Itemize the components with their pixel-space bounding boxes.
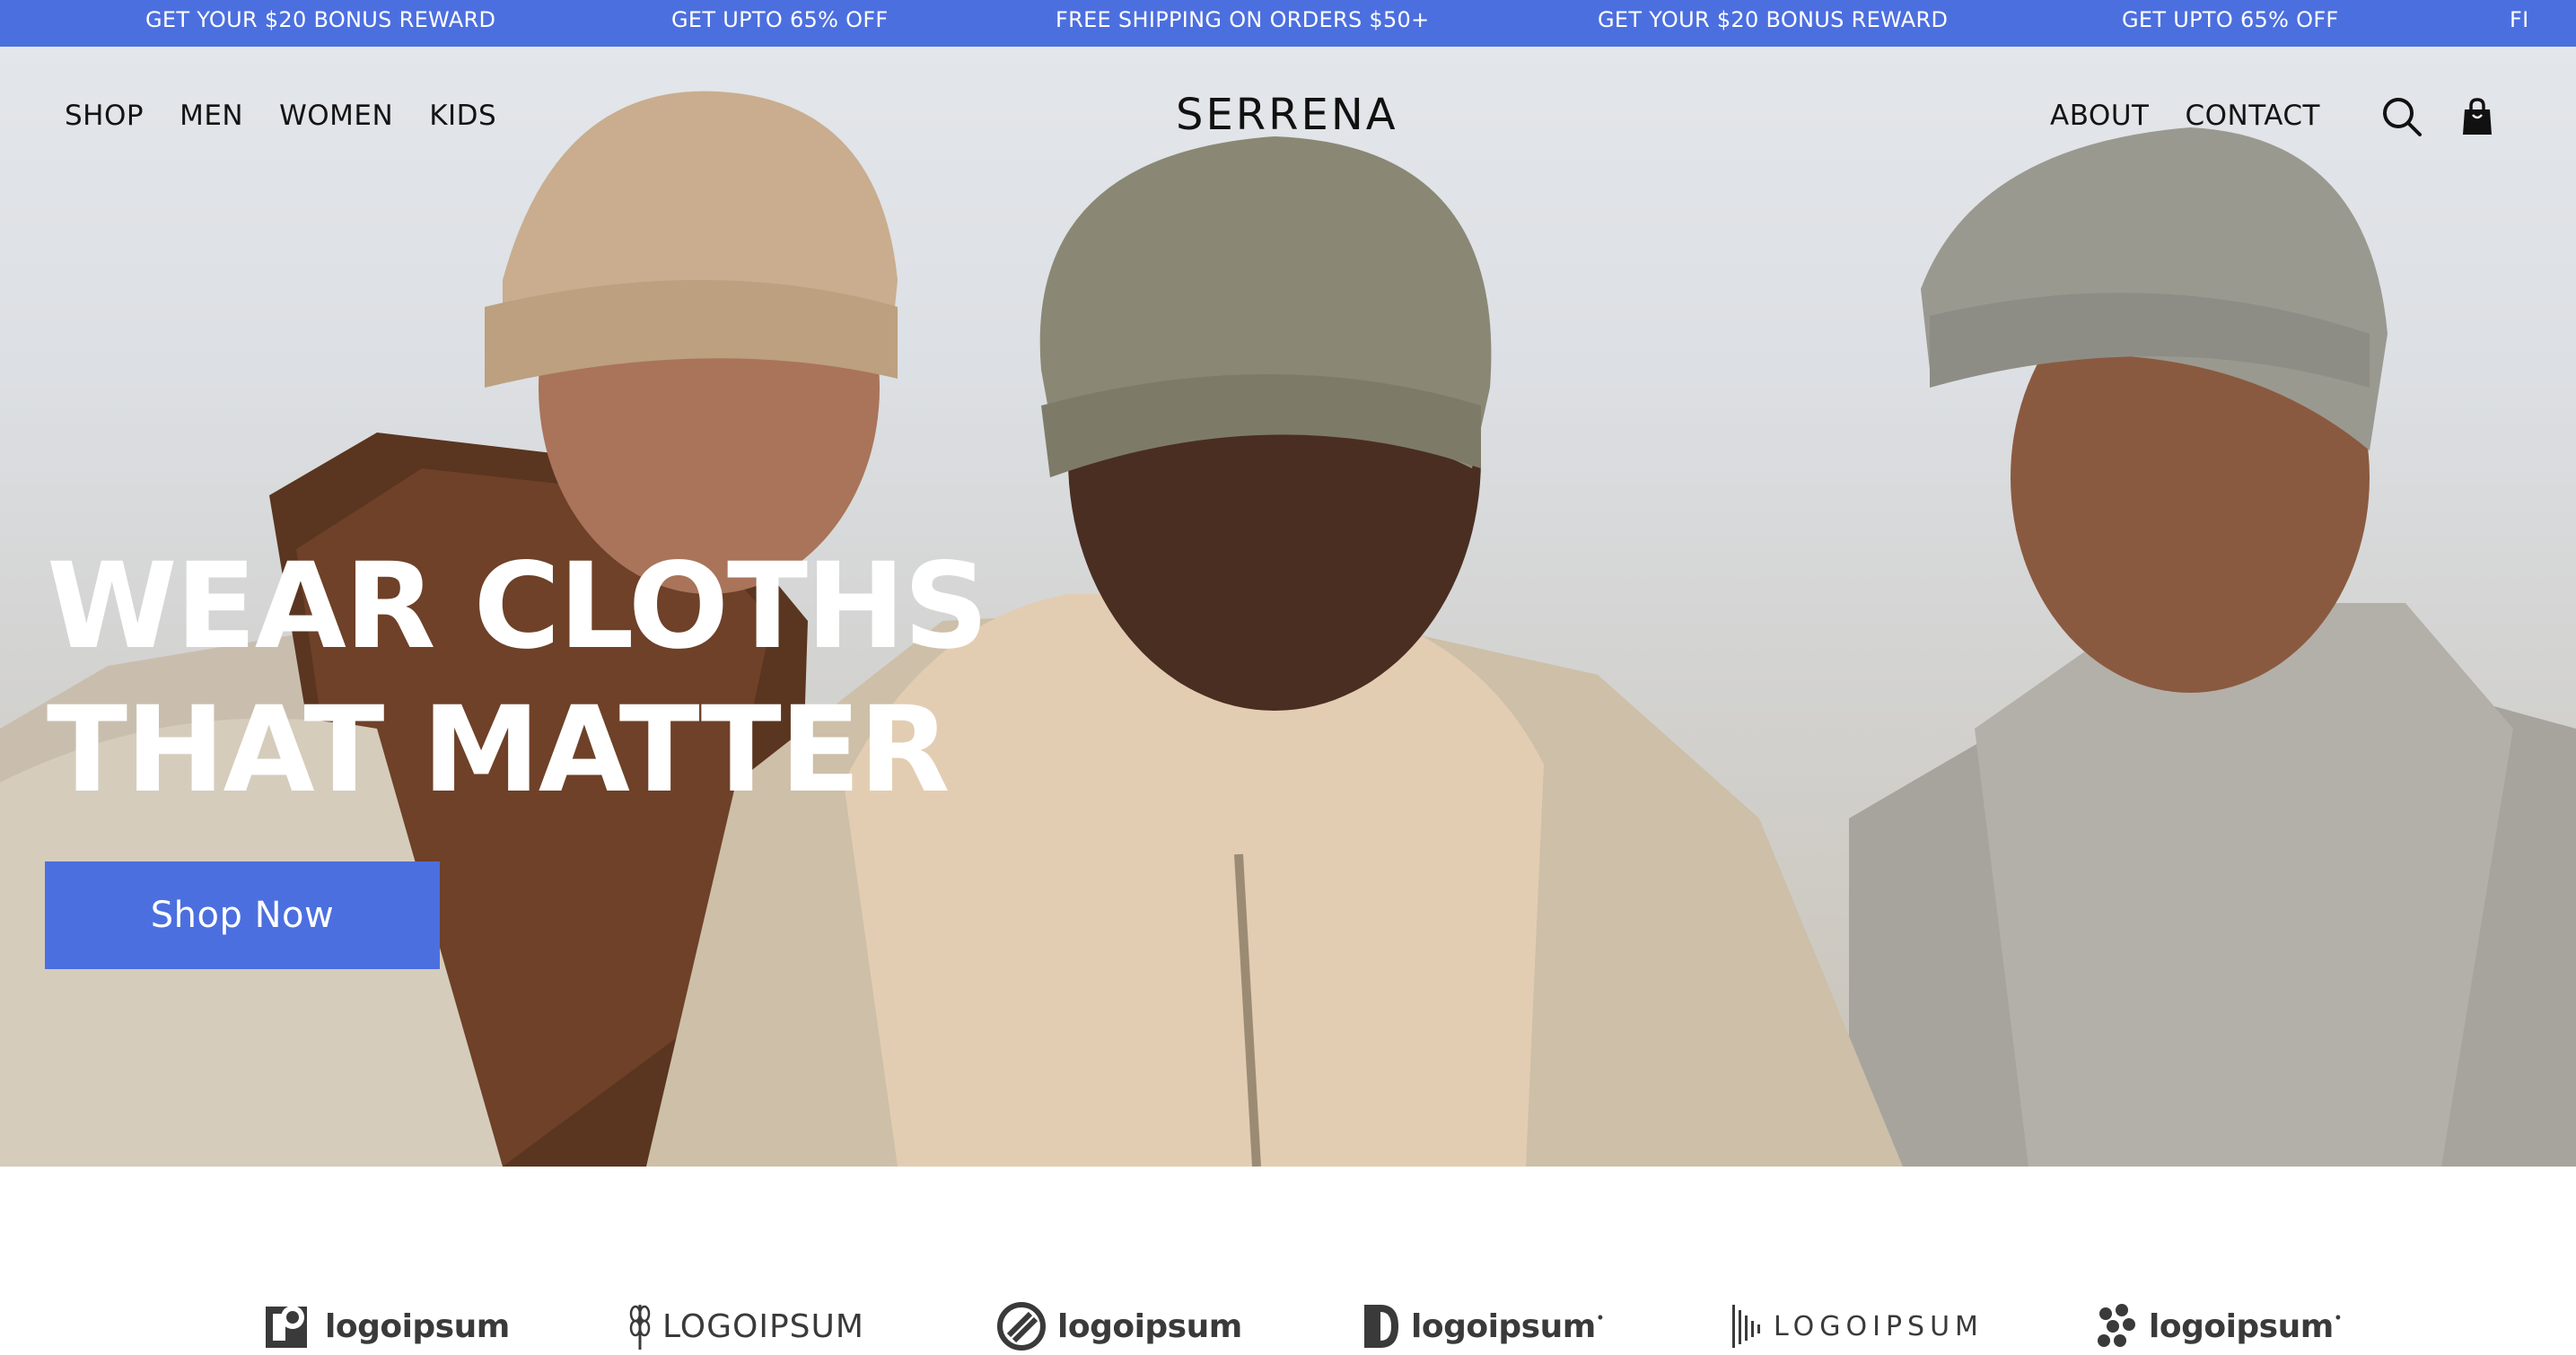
nav-men[interactable]: MEN bbox=[180, 100, 243, 132]
partner-logo[interactable]: LOGOIPSUM bbox=[628, 1299, 864, 1353]
announcement-bar: GET YOUR $20 BONUS REWARD GET UPTO 65% O… bbox=[0, 0, 2576, 47]
shopping-bag-icon[interactable] bbox=[2456, 95, 2499, 138]
secondary-nav: ABOUT CONTACT bbox=[2050, 100, 2320, 132]
wheat-logo-icon bbox=[628, 1301, 652, 1351]
announcement-item: FI bbox=[2510, 7, 2529, 32]
partner-logo-text: logoipsum bbox=[1411, 1307, 1596, 1345]
announcement-item: GET UPTO 65% OFF bbox=[2122, 7, 2339, 32]
nav-contact[interactable]: CONTACT bbox=[2185, 100, 2320, 132]
partner-logo[interactable]: logoipsum • bbox=[2095, 1299, 2341, 1353]
partner-logo-text: logoipsum bbox=[2149, 1307, 2334, 1345]
model-right bbox=[1849, 127, 2576, 1167]
square-logo-icon bbox=[264, 1301, 314, 1351]
nav-women[interactable]: WOMEN bbox=[279, 100, 393, 132]
announcement-item: GET UPTO 65% OFF bbox=[671, 7, 889, 32]
hero-headline-line1: WEAR CLOTHS bbox=[47, 538, 989, 676]
hero-headline: WEAR CLOTHS THAT MATTER bbox=[47, 535, 1034, 822]
announcement-item: GET YOUR $20 BONUS REWARD bbox=[145, 7, 496, 32]
primary-nav: SHOP MEN WOMEN KIDS bbox=[65, 100, 496, 132]
brand-logo[interactable]: SERRENA bbox=[1176, 90, 1396, 140]
circle-slash-logo-icon bbox=[996, 1301, 1047, 1351]
partner-logo-text: logoipsum bbox=[325, 1307, 510, 1345]
search-icon[interactable] bbox=[2380, 95, 2423, 138]
dots-logo-icon bbox=[2095, 1301, 2138, 1351]
announcement-item: FREE SHIPPING ON ORDERS $50+ bbox=[1056, 7, 1430, 32]
nav-about[interactable]: ABOUT bbox=[2050, 100, 2149, 132]
announcement-item: GET YOUR $20 BONUS REWARD bbox=[1598, 7, 1949, 32]
partner-logo[interactable]: logoipsum bbox=[996, 1299, 1242, 1353]
partner-logo-text: LOGOIPSUM bbox=[1774, 1310, 1984, 1342]
hero-headline-line2: THAT MATTER bbox=[47, 681, 951, 819]
half-circle-logo-icon bbox=[1361, 1301, 1400, 1351]
shop-now-button[interactable]: Shop Now bbox=[45, 861, 440, 969]
nav-kids[interactable]: KIDS bbox=[429, 100, 496, 132]
hero-banner: SHOP MEN WOMEN KIDS SERRENA ABOUT CONTAC… bbox=[0, 47, 2576, 1167]
partner-logo-text: LOGOIPSUM bbox=[662, 1307, 864, 1345]
partner-logo[interactable]: logoipsum bbox=[264, 1299, 510, 1353]
partner-logo-text: logoipsum bbox=[1057, 1307, 1242, 1345]
registered-mark: • bbox=[2335, 1307, 2342, 1326]
partner-logo[interactable]: LOGOIPSUM bbox=[1730, 1299, 1984, 1353]
partner-logo[interactable]: logoipsum • bbox=[1361, 1299, 1603, 1353]
nav-shop[interactable]: SHOP bbox=[65, 100, 144, 132]
bars-logo-icon bbox=[1730, 1301, 1763, 1351]
registered-mark: • bbox=[1597, 1307, 1604, 1326]
